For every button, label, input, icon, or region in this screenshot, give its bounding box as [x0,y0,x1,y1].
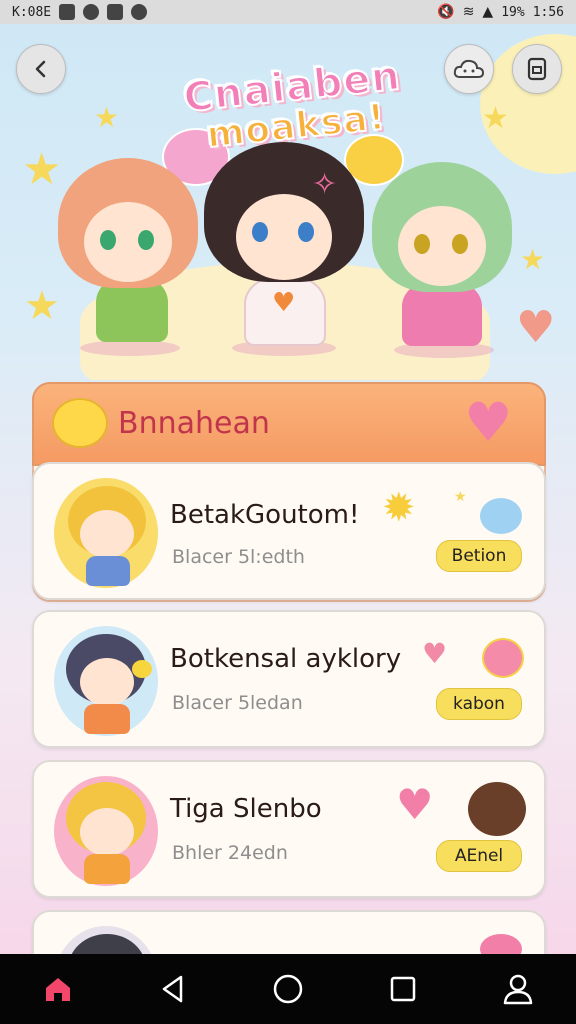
notification-icon [59,4,76,20]
card-action-button[interactable]: Betion [436,540,522,572]
heart-icon: ♥ [396,780,434,829]
document-icon [527,57,547,81]
section-title: Bnnahean [118,406,270,441]
cloud-button[interactable] [444,44,494,94]
triangle-back-icon [162,975,183,1003]
character-eye [452,234,468,254]
star-icon: ★ [24,283,60,329]
wifi-icon: ≋ [462,4,475,20]
nav-recents-button[interactable] [373,959,433,1019]
character-face [236,194,332,280]
section-mascot-icon [52,398,108,448]
status-bar: K:08E 🔇 ≋ ▲ 19% 1:56 [0,0,576,24]
card-subtitle: Blacer 5ledan [172,692,303,714]
card-title: Tiga Slenbo [170,794,322,824]
avatar-outfit [86,556,130,586]
character-eye [100,230,116,250]
card-action-button[interactable]: AEnel [436,840,522,872]
character-face [398,206,486,286]
avatar [54,626,158,736]
nav-profile-button[interactable] [488,959,548,1019]
bow-icon: ✧ [312,167,338,202]
character-eye [414,234,430,254]
avatar-face [80,658,134,706]
avatar [54,478,158,588]
heart-icon[interactable]: ♥ [464,396,512,450]
status-right: 🔇 ≋ ▲ 19% 1:56 [437,4,564,20]
character-shadow [80,340,180,356]
status-left: K:08E [12,4,148,20]
candy-mascot-icon [482,638,524,678]
back-button[interactable] [16,44,66,94]
avatar-outfit [84,854,130,884]
list-item[interactable]: BetakGoutom! Blacer 5l:edth ✹ ★ Betion [32,462,546,600]
card-subtitle: Bhler 24edn [172,842,288,864]
character-left [58,158,198,358]
sun-mascot-icon: ✹ [382,485,416,531]
card-action-button[interactable]: kabon [436,688,522,720]
character-face [84,202,172,282]
home-circle-icon [273,974,303,1004]
status-clock: 1:56 [532,4,564,20]
list-item[interactable]: Botkensal ayklory Blacer 5ledan ♥ kabon [32,610,546,748]
star-icon: ★ [454,489,467,505]
avatar-outfit [84,704,130,734]
card-title: Botkensal ayklory [170,644,402,674]
avatar [54,776,158,886]
nav-circle-button[interactable] [258,959,318,1019]
recents-square-icon [390,976,416,1002]
shield-icon [131,4,148,20]
document-button[interactable] [512,44,562,94]
character-eye [298,222,314,242]
list-item[interactable]: Tiga Slenbo Bhler 24edn ♥ AEnel [32,760,546,898]
sync-icon [83,4,100,20]
profile-icon [504,974,533,1005]
character-eye [138,230,154,250]
bottom-navigation [0,954,576,1024]
bear-icon [468,782,526,836]
nav-back-button[interactable] [143,959,203,1019]
avatar-face [80,510,134,558]
heart-icon: ♥ [272,288,296,318]
heart-icon: ♥ [422,637,448,670]
battery-level: 19% [501,4,525,20]
star-icon: ★ [22,144,62,195]
status-time-left: K:08E [12,4,52,20]
avatar-face [80,808,134,856]
cloud-icon [453,59,485,78]
card-title: BetakGoutom! [170,500,360,530]
card-subtitle: Blacer 5l:edth [172,546,305,568]
image-icon [107,4,124,20]
blue-mascot-icon [480,498,522,534]
star-icon: ★ [520,243,546,276]
star-icon: ★ [94,101,120,134]
signal-icon: ▲ [482,4,494,20]
nav-home-button[interactable] [28,959,88,1019]
character-eye [252,222,268,242]
character-right [372,162,512,362]
mute-icon: 🔇 [437,4,455,20]
heart-icon: ♥ [516,302,556,353]
star-icon: ★ [482,101,509,136]
home-icon [45,978,70,1001]
character-center: ♥ ✧ [204,142,364,362]
chick-icon [132,660,152,678]
back-arrow-icon [35,60,46,78]
